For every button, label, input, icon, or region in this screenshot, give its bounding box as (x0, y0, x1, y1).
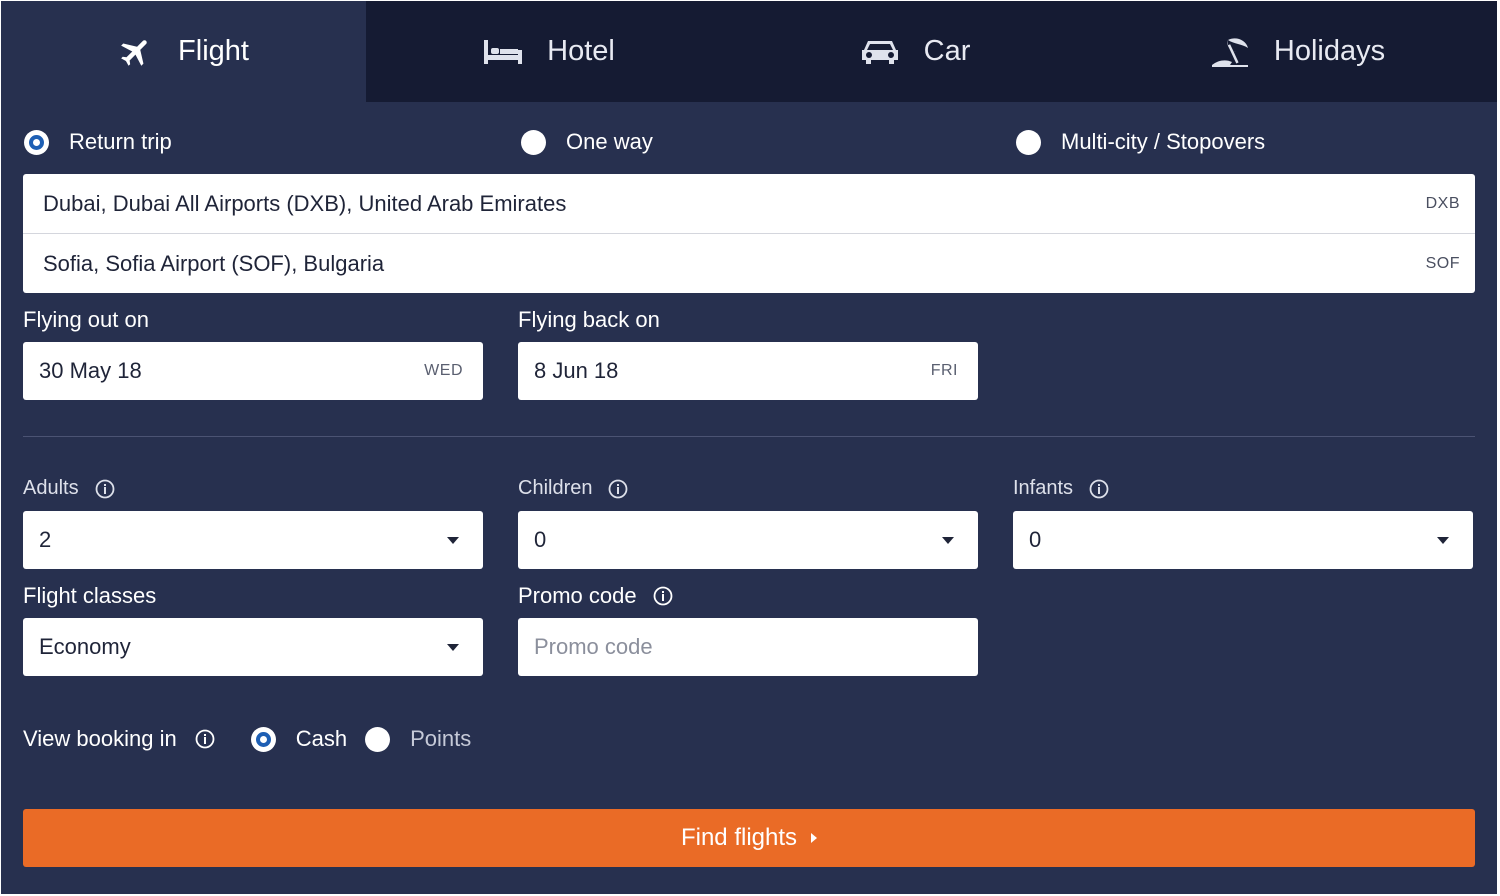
flight-classes-label: Flight classes (23, 583, 157, 608)
find-flights-label: Find flights (680, 824, 798, 851)
chevron-down-icon (942, 536, 954, 544)
option-cash[interactable]: Cash (250, 726, 348, 752)
flying-back-label: Flying back on (518, 307, 660, 332)
chevron-down-icon (447, 536, 459, 544)
trip-type-return[interactable]: Return trip (24, 127, 172, 157)
destination-code: SOF (1425, 254, 1460, 272)
promo-info-icon[interactable] (653, 586, 673, 606)
infants-label-group: Infants (1013, 477, 1109, 500)
tab-car[interactable]: Car (732, 1, 1098, 102)
tab-car-label: Car (923, 35, 971, 67)
flying-back-date-value: 8 Jun 18 (534, 358, 619, 383)
tab-hotel-label: Hotel (547, 35, 615, 67)
radio-one-way[interactable] (521, 129, 546, 155)
adults-value: 2 (39, 527, 52, 552)
promo-label-group: Promo code (518, 583, 673, 609)
section-divider (23, 436, 1475, 437)
view-booking-info-icon[interactable] (195, 729, 215, 749)
adults-label: Adults (23, 477, 79, 499)
radio-points[interactable] (365, 726, 391, 752)
adults-select[interactable]: 2 (23, 511, 483, 569)
flight-class-select[interactable]: Economy (23, 618, 483, 676)
flying-out-day: WED (424, 362, 463, 379)
children-value: 0 (534, 527, 547, 552)
beach-umbrella-icon (1210, 36, 1250, 68)
destination-field[interactable]: Sofia, Sofia Airport (SOF), Bulgaria SOF (23, 233, 1475, 293)
children-info-icon[interactable] (608, 479, 628, 499)
route-fields: Dubai, Dubai All Airports (DXB), United … (23, 174, 1475, 293)
option-cash-label: Cash (295, 726, 348, 751)
tab-flight[interactable]: Flight (1, 1, 366, 102)
view-booking-label: View booking in (23, 726, 177, 751)
infants-info-icon[interactable] (1089, 479, 1109, 499)
origin-code: DXB (1425, 194, 1460, 212)
plane-icon (118, 34, 154, 70)
product-tabs: Flight Hotel Car Holidays (1, 1, 1497, 102)
children-select[interactable]: 0 (518, 511, 978, 569)
flying-out-date-value: 30 May 18 (39, 358, 142, 383)
children-label-group: Children (518, 477, 628, 500)
flying-back-day: FRI (930, 362, 958, 379)
infants-label: Infants (1013, 477, 1074, 499)
infants-value: 0 (1029, 527, 1042, 552)
adults-label-group: Adults (23, 477, 115, 500)
children-label: Children (518, 477, 593, 499)
radio-cash[interactable] (250, 726, 276, 752)
flying-out-date-field[interactable]: 30 May 18 WED (23, 342, 483, 400)
tab-flight-label: Flight (178, 35, 249, 67)
option-points-label: Points (410, 726, 472, 751)
trip-type-one-way-label: One way (566, 129, 653, 154)
option-points[interactable]: Points (365, 726, 471, 752)
promo-label: Promo code (518, 583, 637, 608)
trip-type-multi-city-label: Multi-city / Stopovers (1061, 129, 1266, 154)
flight-search-widget: Flight Hotel Car Holidays Return trip On… (1, 1, 1497, 894)
promo-code-input[interactable] (534, 634, 958, 660)
car-icon (860, 37, 900, 67)
find-flights-button[interactable]: Find flights (23, 809, 1475, 867)
flight-class-value: Economy (39, 634, 131, 659)
trip-type-multi-city[interactable]: Multi-city / Stopovers (1016, 127, 1265, 157)
tab-holidays-label: Holidays (1273, 35, 1386, 67)
trip-type-one-way[interactable]: One way (521, 127, 653, 157)
trip-type-return-label: Return trip (69, 129, 172, 154)
radio-return-trip[interactable] (24, 129, 49, 155)
radio-multi-city[interactable] (1016, 129, 1041, 155)
infants-select[interactable]: 0 (1013, 511, 1473, 569)
origin-value: Dubai, Dubai All Airports (DXB), United … (43, 190, 567, 216)
chevron-down-icon (447, 643, 459, 651)
flying-back-date-field[interactable]: 8 Jun 18 FRI (518, 342, 978, 400)
tab-holidays[interactable]: Holidays (1098, 1, 1497, 102)
destination-value: Sofia, Sofia Airport (SOF), Bulgaria (43, 250, 385, 276)
flying-out-label: Flying out on (23, 307, 149, 332)
tab-hotel[interactable]: Hotel (366, 1, 732, 102)
bed-icon (483, 38, 523, 66)
origin-field[interactable]: Dubai, Dubai All Airports (DXB), United … (23, 174, 1475, 233)
adults-info-icon[interactable] (95, 479, 115, 499)
view-booking-group: View booking in Cash Points (23, 723, 471, 755)
promo-code-field[interactable] (518, 618, 978, 676)
chevron-down-icon (1437, 536, 1449, 544)
caret-right-icon (811, 833, 818, 843)
